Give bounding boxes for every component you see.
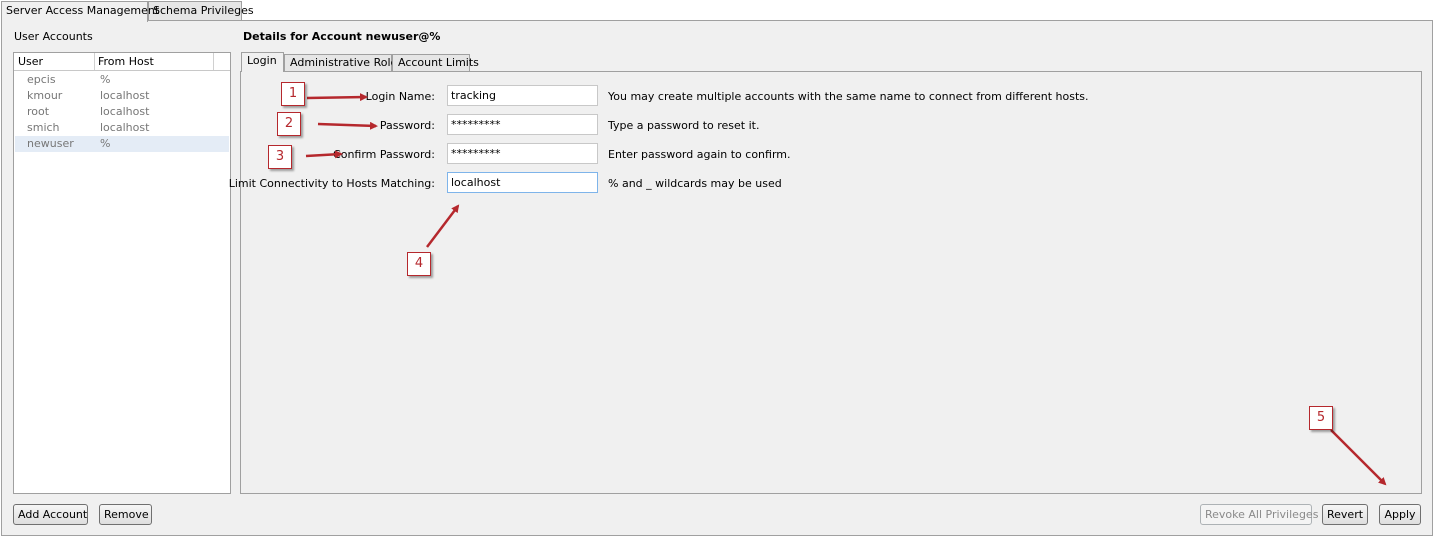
password-field[interactable]: ********* (447, 114, 598, 135)
list-item-selected[interactable]: newuser % (15, 136, 229, 152)
list-header: User From Host (14, 53, 230, 71)
callout-5: 5 (1309, 406, 1333, 430)
column-header-user[interactable]: User (18, 55, 43, 68)
user-accounts-title: User Accounts (14, 30, 93, 43)
login-name-field[interactable]: tracking (447, 85, 598, 106)
tab-server-access-management[interactable]: Server Access Management (1, 1, 159, 22)
list-item[interactable]: kmour localhost (15, 88, 229, 104)
column-separator (213, 53, 214, 70)
limit-hosts-label: Limit Connectivity to Hosts Matching: (228, 177, 435, 190)
list-item[interactable]: epcis % (15, 72, 229, 88)
list-item[interactable]: root localhost (15, 104, 229, 120)
user-cell: smich (27, 121, 60, 134)
revoke-all-privileges-button[interactable]: Revoke All Privileges (1200, 504, 1318, 525)
list-item[interactable]: smich localhost (15, 120, 229, 136)
remove-button[interactable]: Remove (99, 504, 152, 525)
user-cell: kmour (27, 89, 63, 102)
add-account-button[interactable]: Add Account (13, 504, 88, 525)
limit-hosts-field[interactable]: localhost (447, 172, 598, 193)
column-header-from-host[interactable]: From Host (98, 55, 154, 68)
host-cell: localhost (100, 105, 150, 118)
apply-button[interactable]: Apply (1379, 504, 1421, 525)
confirm-password-field[interactable]: ********* (447, 143, 598, 164)
user-cell: root (27, 105, 50, 118)
column-separator (94, 53, 95, 70)
user-cell: epcis (27, 73, 56, 86)
login-name-label: Login Name: (365, 90, 435, 103)
login-name-hint: You may create multiple accounts with th… (608, 90, 1089, 103)
password-hint: Type a password to reset it. (608, 119, 760, 132)
details-title: Details for Account newuser@% (243, 30, 441, 43)
host-cell: % (100, 137, 111, 150)
callout-2: 2 (277, 112, 301, 136)
callout-4: 4 (407, 252, 431, 276)
password-label: Password: (379, 119, 435, 132)
login-tab-panel (240, 71, 1422, 494)
user-accounts-list[interactable]: User From Host epcis % kmour localhost r… (13, 52, 231, 494)
host-cell: localhost (100, 89, 150, 102)
confirm-password-hint: Enter password again to confirm. (608, 148, 791, 161)
host-cell: % (100, 73, 111, 86)
revert-button[interactable]: Revert (1322, 504, 1368, 525)
user-cell: newuser (27, 137, 74, 150)
callout-3: 3 (268, 145, 292, 169)
tab-login[interactable]: Login (241, 52, 284, 72)
tab-account-limits[interactable]: Account Limits (392, 54, 479, 71)
confirm-password-label: Confirm Password: (333, 148, 435, 161)
tab-administrative-roles[interactable]: Administrative Roles (284, 54, 403, 71)
callout-1: 1 (281, 82, 305, 106)
tab-schema-privileges[interactable]: Schema Privileges (148, 1, 254, 20)
limit-hosts-hint: % and _ wildcards may be used (608, 177, 782, 190)
host-cell: localhost (100, 121, 150, 134)
